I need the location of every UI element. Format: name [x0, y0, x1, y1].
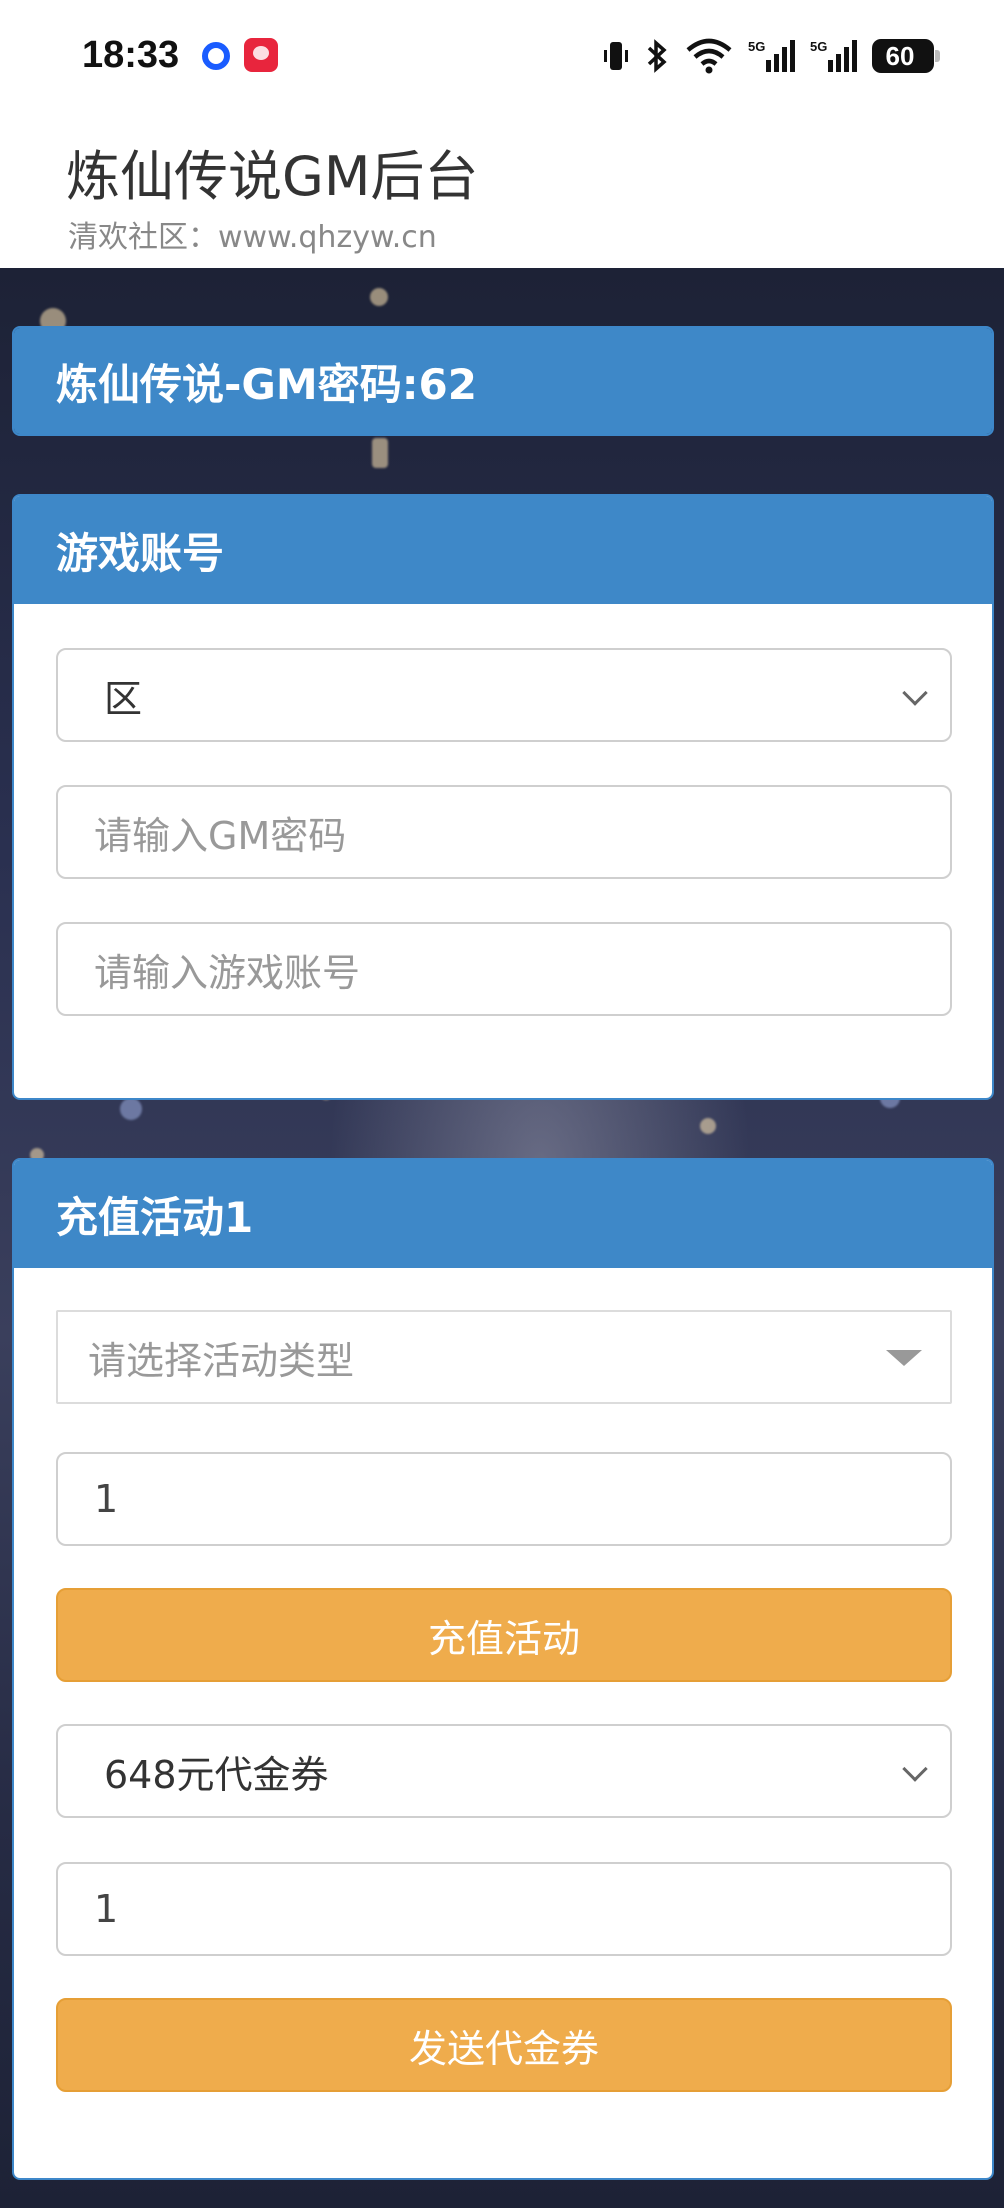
- voucher-select-value: 648元代金券: [104, 1752, 329, 1797]
- vibrate-icon: [602, 38, 630, 74]
- banner-heading: 炼仙传说-GM密码:62: [14, 328, 992, 434]
- notification-app-icon-red: [244, 38, 278, 72]
- svg-text:5G: 5G: [748, 39, 765, 54]
- gm-password-placeholder: 请输入GM密码: [94, 813, 347, 858]
- recharge-activity-button[interactable]: 充值活动: [56, 1588, 952, 1682]
- gm-password-banner: 炼仙传说-GM密码:62: [12, 326, 994, 436]
- page-subtitle: 清欢社区：www.qhzyw.cn: [68, 220, 437, 255]
- activity-type-placeholder: 请选择活动类型: [88, 1338, 355, 1383]
- battery-icon: 60: [872, 39, 940, 73]
- app-header: 炼仙传说GM后台 清欢社区：www.qhzyw.cn: [0, 112, 1004, 268]
- voucher-quantity-input[interactable]: 1: [56, 1862, 952, 1956]
- send-voucher-button[interactable]: 发送代金券: [56, 1998, 952, 2092]
- notification-app-icon: [202, 42, 230, 70]
- chevron-down-icon: [902, 1756, 928, 1782]
- panel-heading: 充值活动1: [14, 1160, 992, 1268]
- status-bar: 18:33 5G 5G 60: [0, 0, 1004, 112]
- activity-type-select[interactable]: 请选择活动类型: [56, 1310, 952, 1404]
- activity-quantity-input[interactable]: 1: [56, 1452, 952, 1546]
- caret-down-icon: [886, 1350, 922, 1366]
- system-icons: 5G 5G 60: [602, 34, 940, 78]
- voucher-quantity-value: 1: [94, 1887, 119, 1931]
- status-time: 18:33: [82, 34, 180, 76]
- signal-5g-icon: 5G: [810, 38, 858, 74]
- wifi-icon: [684, 38, 734, 74]
- activity-quantity-value: 1: [94, 1477, 119, 1521]
- recharge-activity-panel: 充值活动1 请选择活动类型 1 充值活动 648元代金券 1 发送代金券: [12, 1158, 994, 2180]
- signal-5g-icon: 5G: [748, 38, 796, 74]
- bluetooth-icon: [644, 38, 670, 74]
- game-account-input[interactable]: 请输入游戏账号: [56, 922, 952, 1016]
- svg-text:5G: 5G: [810, 39, 827, 54]
- page-title: 炼仙传说GM后台: [66, 145, 479, 208]
- battery-level: 60: [885, 41, 915, 71]
- panel-heading: 游戏账号: [14, 496, 992, 604]
- voucher-select[interactable]: 648元代金券: [56, 1724, 952, 1818]
- server-select[interactable]: 区: [56, 648, 952, 742]
- server-select-value: 区: [104, 676, 143, 721]
- game-account-panel: 游戏账号 区 请输入GM密码 请输入游戏账号: [12, 494, 994, 1100]
- gm-password-input[interactable]: 请输入GM密码: [56, 785, 952, 879]
- game-account-placeholder: 请输入游戏账号: [94, 950, 361, 995]
- chevron-down-icon: [902, 680, 928, 706]
